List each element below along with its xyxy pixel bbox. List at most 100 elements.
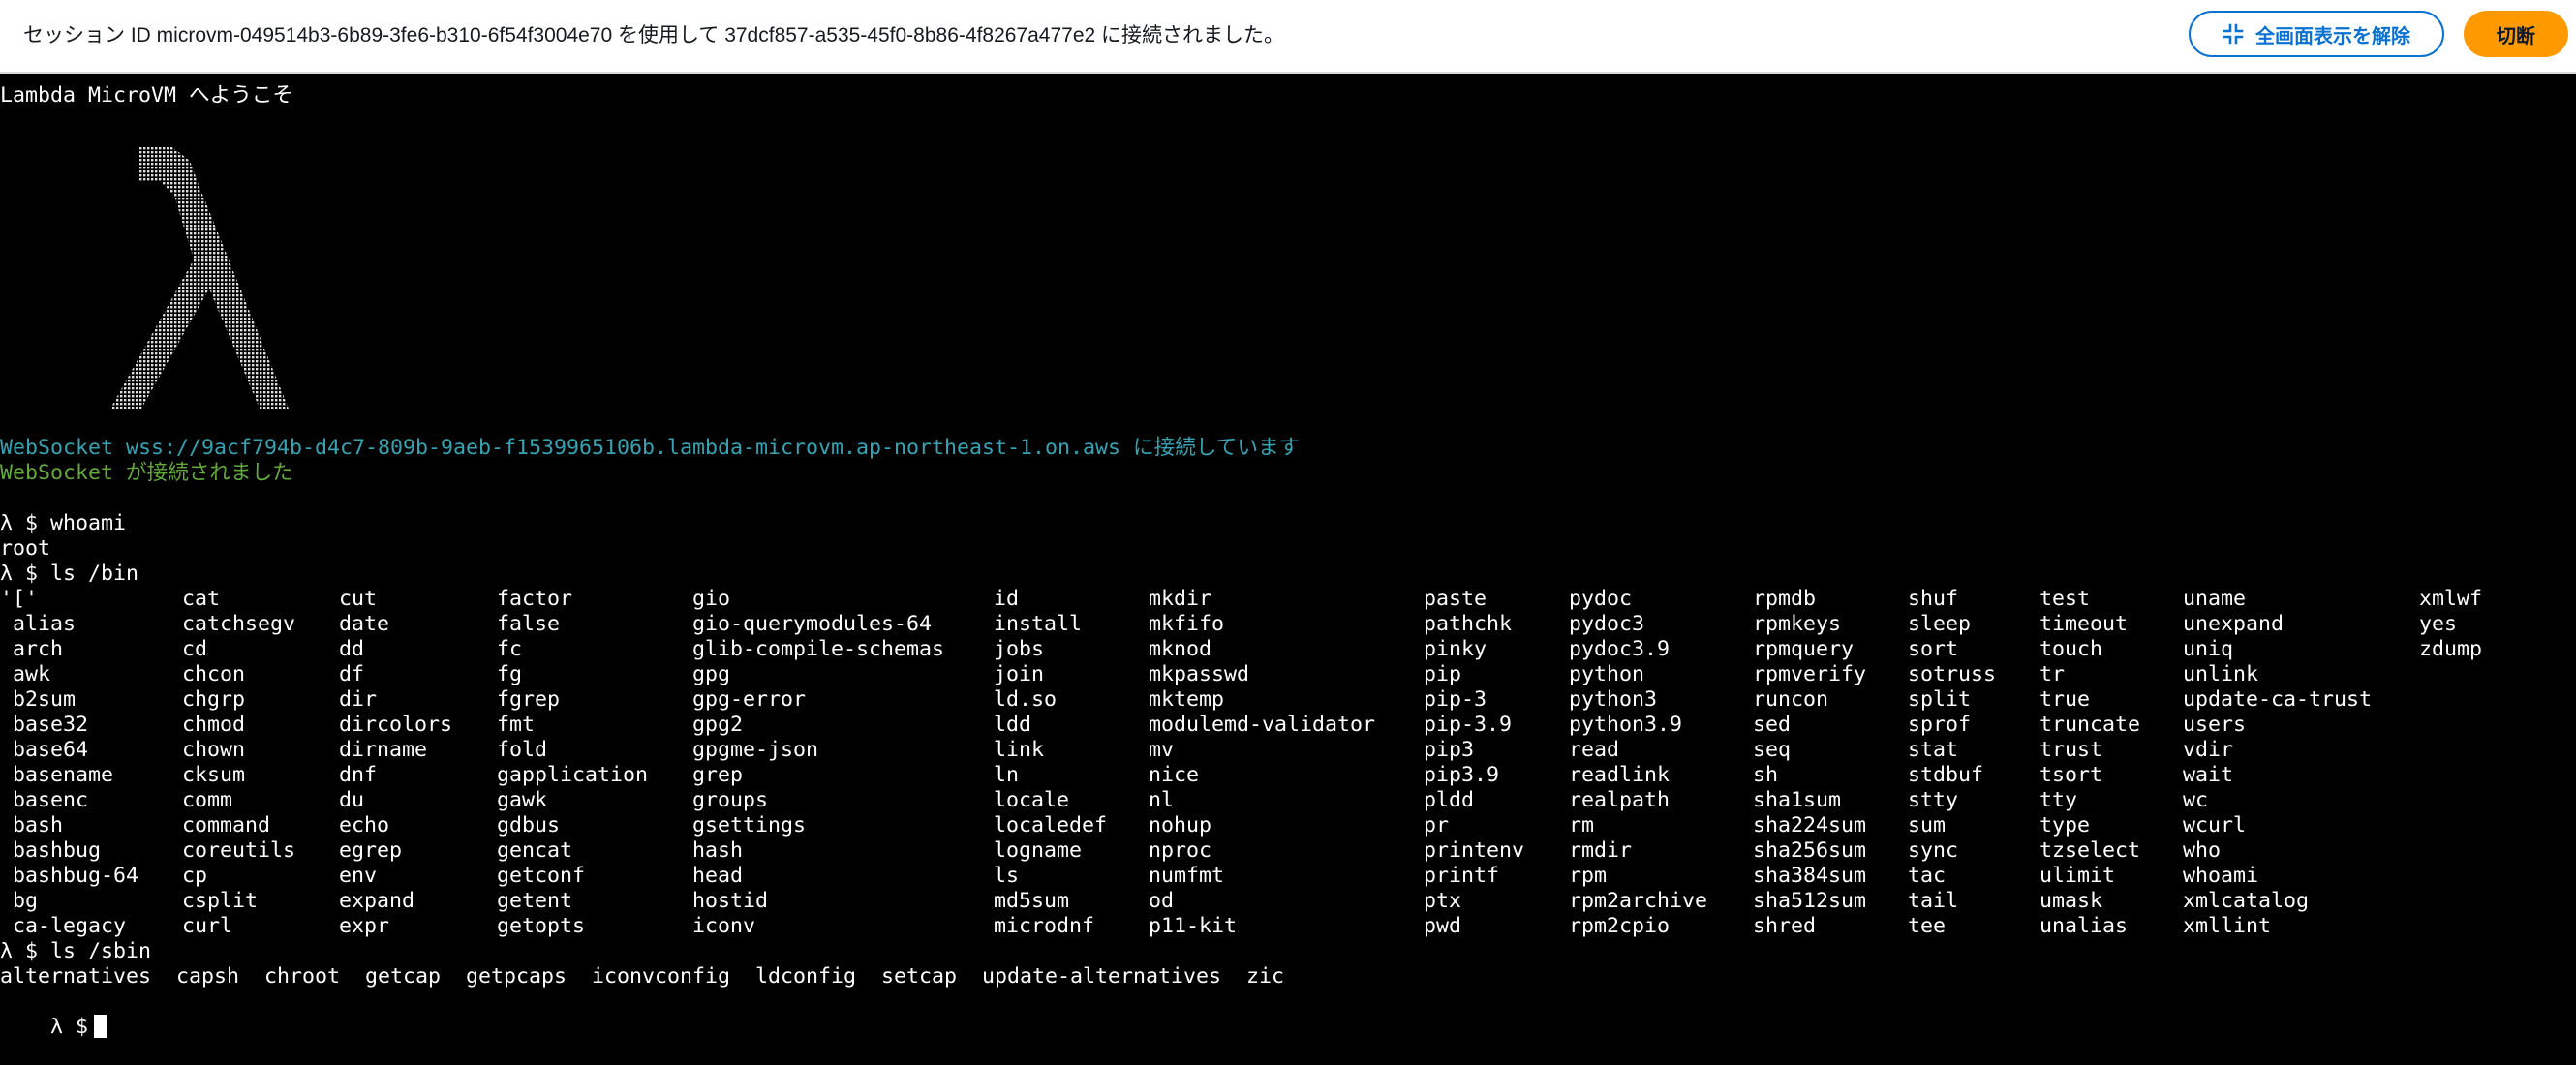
bin-listing-column: mkdir mkfifo mknod mkpasswd mktemp modulemd-v… (1149, 587, 1375, 939)
bin-listing-entry: alias (0, 612, 77, 636)
bin-listing-entry: nohup (1149, 813, 1212, 837)
bin-listing-entry: install (994, 612, 1083, 636)
bin-listing-entry: mv (1149, 738, 1175, 762)
bin-listing-entry: fmt (497, 713, 536, 737)
bin-listing-entry: true (2039, 687, 2091, 712)
bin-listing-entry: modulemd-validator (1149, 713, 1376, 737)
bin-listing-entry: sha256sum (1753, 838, 1867, 863)
bin-listing-entry: getconf (497, 864, 586, 888)
disconnect-button[interactable]: 切断 (2464, 11, 2568, 57)
active-prompt-line[interactable]: λ $ (0, 989, 107, 1039)
bin-listing-entry: unlink (2183, 662, 2259, 686)
bin-listing-entry: rpmquery (1753, 637, 1855, 661)
bin-listing-entry: sum (1908, 813, 1947, 837)
exit-fullscreen-button[interactable]: 全画面表示を解除 (2189, 11, 2444, 57)
bin-listing-entry: python (1569, 662, 1645, 686)
bin-listing-entry: rm (1569, 813, 1595, 837)
bin-listing-column: test timeout touch tr true truncate trust tsort… (2039, 587, 2140, 939)
bin-listing-entry: rpm (1569, 864, 1608, 888)
bin-listing-entry: gdbus (497, 813, 561, 837)
bin-listing-entry: date (339, 612, 390, 636)
bin-listing-entry: hash (692, 838, 744, 863)
bin-listing-entry: sha224sum (1753, 813, 1867, 837)
bin-listing-entry: '[' (0, 587, 39, 611)
bin-listing-column: '[' alias arch awk b2sum base32 base64 b… (0, 587, 138, 939)
bin-listing-entry: localedef (994, 813, 1108, 837)
bin-listing-entry: base32 (0, 713, 89, 737)
bin-listing-entry: fgrep (497, 687, 561, 712)
bin-listing-entry: basenc (0, 788, 89, 812)
bin-listing-entry: id (994, 587, 1020, 611)
bin-listing-entry: groups (692, 788, 769, 812)
bin-listing-entry: join (994, 662, 1045, 686)
bin-listing-entry: nproc (1149, 838, 1212, 863)
bin-listing-entry: locale (994, 788, 1070, 812)
terminal-output[interactable]: Lambda MicroVM へようこそ WebSocket wss://9ac… (0, 83, 2576, 1040)
bin-listing-entry: tee (1908, 914, 1947, 938)
bin-listing-entry: rpmdb (1753, 587, 1817, 611)
bin-listing-entry: arch (0, 637, 64, 661)
bin-listing-column: gio gio-querymodules-64 glib-compile-schem… (692, 587, 944, 939)
bin-listing-entry: gsettings (692, 813, 807, 837)
bin-listing-entry: gawk (497, 788, 548, 812)
bin-listing-entry: shred (1753, 914, 1817, 938)
bin-listing-entry: hostid (692, 889, 769, 913)
bin-listing-column: cut date dd df dir dircolors dirname dnf du echo e… (339, 587, 452, 939)
bin-listing-entry: shuf (1908, 587, 1959, 611)
bin-listing-entry: pip (1424, 662, 1462, 686)
bin-listing-entry: egrep (339, 838, 403, 863)
bin-listing-entry: gio (692, 587, 731, 611)
whoami-output: root (0, 536, 51, 561)
bin-listing-entry: pip3.9 (1424, 763, 1500, 787)
bin-listing-entry: chcon (182, 662, 246, 686)
bin-listing-entry: timeout (2039, 612, 2129, 636)
bin-listing-entry: rpmverify (1753, 662, 1867, 686)
bin-listing-entry: sha384sum (1753, 864, 1867, 888)
bin-listing-entry: unexpand (2183, 612, 2285, 636)
bin-listing-entry: ld.so (994, 687, 1058, 712)
bin-listing-entry: tail (1908, 889, 1959, 913)
bin-listing-entry: update-ca-trust (2183, 687, 2373, 712)
bin-listing-entry: tac (1908, 864, 1947, 888)
bin-listing-entry: stat (1908, 738, 1959, 762)
bin-listing-entry: pldd (1424, 788, 1475, 812)
bin-listing-entry: csplit (182, 889, 259, 913)
bin-listing-entry: trust (2039, 738, 2103, 762)
bin-listing-entry: pr (1424, 813, 1450, 837)
bin-listing-entry: mknod (1149, 637, 1212, 661)
bin-listing-entry: mkpasswd (1149, 662, 1250, 686)
bin-listing-entry: logname (994, 838, 1083, 863)
bin-listing-entry: grep (692, 763, 744, 787)
bin-listing-entry: rmdir (1569, 838, 1633, 863)
bin-listing-entry: pip-3 (1424, 687, 1487, 712)
bin-listing-entry: numfmt (1149, 864, 1225, 888)
bin-listing-entry: head (692, 864, 744, 888)
bin-listing-entry: pip-3.9 (1424, 713, 1513, 737)
exit-fullscreen-label: 全画面表示を解除 (2255, 25, 2410, 47)
bin-listing-entry: dir (339, 687, 378, 712)
bin-listing-entry: cksum (182, 763, 246, 787)
shell-prompt: λ $ (50, 1015, 89, 1039)
bin-listing-entry: bashbug (0, 838, 102, 863)
bin-listing-entry: cd (182, 637, 208, 661)
bin-listing-entry: wcurl (2183, 813, 2247, 837)
bin-listing-entry: bg (0, 889, 39, 913)
bin-listing-entry: ls (994, 864, 1020, 888)
bin-listing-entry: split (1908, 687, 1972, 712)
bin-listing-entry: expr (339, 914, 390, 938)
bin-listing-column: cat catchsegv cd chcon chgrp chmod chown cksum c… (182, 587, 295, 939)
command-ls-sbin: λ $ ls /sbin (0, 939, 152, 963)
bin-listing-column: id install jobs join ld.so ldd link ln locale loc… (994, 587, 1107, 939)
bin-listing-entry: coreutils (182, 838, 296, 863)
bin-listing-column: xmlwf yes zdump (2419, 587, 2482, 662)
bin-listing-entry: gpg2 (692, 713, 744, 737)
bin-listing-entry: seq (1753, 738, 1792, 762)
bin-listing-entry: tr (2039, 662, 2066, 686)
bin-listing-entry: base64 (0, 738, 89, 762)
bin-listing-entry: nl (1149, 788, 1175, 812)
bin-listing-entry: md5sum (994, 889, 1070, 913)
bin-listing-entry: test (2039, 587, 2091, 611)
bin-listing-column: factor false fc fg fgrep fmt fold gapplication g… (497, 587, 648, 939)
bin-listing-entry: sotruss (1908, 662, 1997, 686)
bin-listing-entry: nice (1149, 763, 1200, 787)
